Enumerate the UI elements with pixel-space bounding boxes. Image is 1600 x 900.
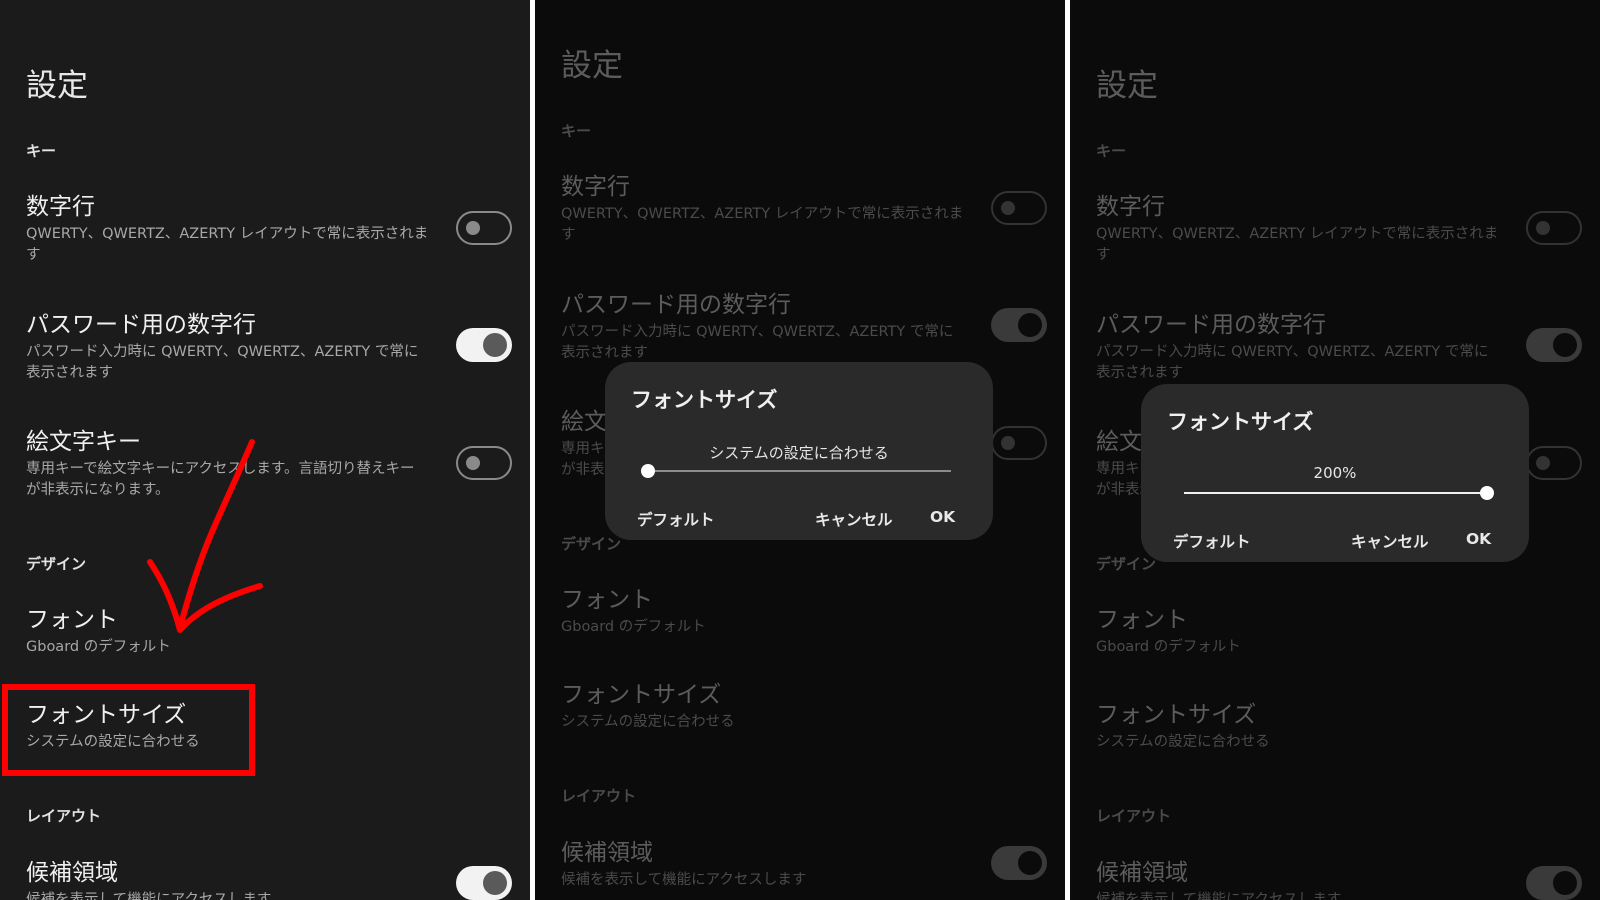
toggle-knob <box>483 871 507 895</box>
toggle-knob <box>1536 456 1550 470</box>
setting-font-size: フォントサイズ システムの設定に合わせる <box>561 680 981 733</box>
setting-number-row: 数字行 QWERTY、QWERTZ、AZERTY レイアウトで常に表示されます <box>1096 192 1516 266</box>
setting-title: パスワード用の数字行 <box>26 312 256 338</box>
slider-thumb[interactable] <box>1480 486 1494 500</box>
toggle-knob <box>1536 221 1550 235</box>
cancel-button[interactable]: キャンセル <box>815 508 893 530</box>
setting-number-row: 数字行 QWERTY、QWERTZ、AZERTY レイアウトで常に表示されます <box>561 172 981 246</box>
settings-panel-normal: 設定 キー 数字行 QWERTY、QWERTZ、AZERTY レイアウトで常に表… <box>0 0 530 900</box>
toggle-knob <box>466 221 480 235</box>
section-header-layout: レイアウト <box>561 787 637 805</box>
setting-number-row[interactable]: 数字行 QWERTY、QWERTZ、AZERTY レイアウトで常に表示されます <box>26 192 446 266</box>
setting-title: フォントサイズ <box>561 682 722 708</box>
setting-title: 数字行 <box>561 174 630 200</box>
setting-description: QWERTY、QWERTZ、AZERTY レイアウトで常に表示されます <box>26 226 429 263</box>
ok-button[interactable]: OK <box>1466 530 1491 548</box>
setting-title: 候補領域 <box>26 860 118 886</box>
setting-title: 数字行 <box>1096 194 1165 220</box>
number-row-toggle <box>991 191 1047 225</box>
cancel-button[interactable]: キャンセル <box>1351 530 1429 552</box>
toggle-knob <box>1001 436 1015 450</box>
setting-title: フォント <box>561 587 653 613</box>
section-header-design: デザイン <box>26 555 87 573</box>
setting-description: Gboard のデフォルト <box>561 619 706 635</box>
dialog-title: フォントサイズ <box>631 388 778 412</box>
setting-title: 候補領域 <box>1096 860 1188 886</box>
font-size-dialog: フォントサイズ 200% デフォルト キャンセル OK <box>1141 384 1529 562</box>
emoji-key-toggle <box>1526 446 1582 480</box>
toggle-knob <box>1018 313 1042 337</box>
toggle-knob <box>1553 333 1577 357</box>
section-header-keys: キー <box>1096 142 1127 160</box>
font-size-dialog: フォントサイズ システムの設定に合わせる デフォルト キャンセル OK <box>605 362 993 540</box>
font-size-slider[interactable] <box>641 464 951 478</box>
setting-title: フォントサイズ <box>1096 702 1257 728</box>
setting-description: パスワード入力時に QWERTY、QWERTZ、AZERTY で常に 表示されます <box>26 344 419 381</box>
toggle-knob <box>466 456 480 470</box>
default-button[interactable]: デフォルト <box>637 508 715 530</box>
number-row-toggle[interactable] <box>456 211 512 245</box>
setting-font: フォント Gboard のデフォルト <box>561 585 981 638</box>
page-title: 設定 <box>26 68 88 104</box>
number-row-toggle <box>1526 211 1582 245</box>
setting-description: 候補を表示して機能にアクセスします <box>26 892 272 900</box>
setting-suggestion-strip[interactable]: 候補領域 候補を表示して機能にアクセスします <box>26 858 446 900</box>
setting-description: システムの設定に合わせる <box>561 714 735 730</box>
setting-description: パスワード入力時に QWERTY、QWERTZ、AZERTY で常に 表示されます <box>561 324 954 361</box>
dialog-value-label: 200% <box>1313 464 1357 482</box>
setting-title: パスワード用の数字行 <box>1096 312 1326 338</box>
section-header-keys: キー <box>26 142 57 160</box>
password-number-row-toggle <box>1526 328 1582 362</box>
setting-title: フォント <box>1096 607 1188 633</box>
page-title: 設定 <box>1096 68 1158 104</box>
emoji-key-toggle[interactable] <box>456 446 512 480</box>
setting-title: 数字行 <box>26 194 95 220</box>
setting-title: 候補領域 <box>561 840 653 866</box>
settings-content: 設定 キー 数字行 QWERTY、QWERTZ、AZERTY レイアウトで常に表… <box>0 0 530 900</box>
password-number-row-toggle[interactable] <box>456 328 512 362</box>
toggle-knob <box>1018 851 1042 875</box>
setting-password-number-row: パスワード用の数字行 パスワード入力時に QWERTY、QWERTZ、AZERT… <box>1096 310 1516 384</box>
suggestion-strip-toggle[interactable] <box>456 866 512 900</box>
dialog-value-label: システムの設定に合わせる <box>709 444 889 462</box>
setting-description: パスワード入力時に QWERTY、QWERTZ、AZERTY で常に 表示されます <box>1096 344 1489 381</box>
section-header-layout: レイアウト <box>1096 807 1172 825</box>
setting-password-number-row[interactable]: パスワード用の数字行 パスワード入力時に QWERTY、QWERTZ、AZERT… <box>26 310 446 384</box>
setting-description: システムの設定に合わせる <box>1096 734 1270 750</box>
dialog-title: フォントサイズ <box>1167 410 1314 434</box>
annotation-arrow-icon <box>147 439 263 633</box>
emoji-key-toggle <box>991 426 1047 460</box>
setting-password-number-row: パスワード用の数字行 パスワード入力時に QWERTY、QWERTZ、AZERT… <box>561 290 981 364</box>
setting-suggestion-strip: 候補領域 候補を表示して機能にアクセスします <box>561 838 981 891</box>
section-header-design: デザイン <box>1096 555 1157 573</box>
default-button[interactable]: デフォルト <box>1173 530 1251 552</box>
section-header-design: デザイン <box>561 535 622 553</box>
setting-description: QWERTY、QWERTZ、AZERTY レイアウトで常に表示されます <box>561 206 964 243</box>
font-size-slider[interactable] <box>1184 486 1494 500</box>
setting-description: QWERTY、QWERTZ、AZERTY レイアウトで常に表示されます <box>1096 226 1499 263</box>
section-header-layout: レイアウト <box>26 807 102 825</box>
ok-button[interactable]: OK <box>930 508 955 526</box>
suggestion-strip-toggle <box>1526 866 1582 900</box>
settings-panel-dialog-200: 設定 キー 数字行 QWERTY、QWERTZ、AZERTY レイアウトで常に表… <box>1070 0 1600 900</box>
setting-description: 候補を表示して機能にアクセスします <box>1096 892 1342 900</box>
setting-font: フォント Gboard のデフォルト <box>1096 605 1516 658</box>
suggestion-strip-toggle <box>991 846 1047 880</box>
settings-panel-dialog-system: 設定 キー 数字行 QWERTY、QWERTZ、AZERTY レイアウトで常に表… <box>535 0 1065 900</box>
toggle-knob <box>1553 871 1577 895</box>
toggle-knob <box>483 333 507 357</box>
annotation-highlight-box <box>2 684 255 776</box>
toggle-knob <box>1001 201 1015 215</box>
setting-title: パスワード用の数字行 <box>561 292 791 318</box>
slider-thumb[interactable] <box>641 464 655 478</box>
setting-description: 候補を表示して機能にアクセスします <box>561 872 807 888</box>
setting-suggestion-strip: 候補領域 候補を表示して機能にアクセスします <box>1096 858 1516 900</box>
setting-font-size: フォントサイズ システムの設定に合わせる <box>1096 700 1516 753</box>
password-number-row-toggle <box>991 308 1047 342</box>
setting-description: Gboard のデフォルト <box>1096 639 1241 655</box>
page-title: 設定 <box>561 48 623 84</box>
section-header-keys: キー <box>561 122 592 140</box>
